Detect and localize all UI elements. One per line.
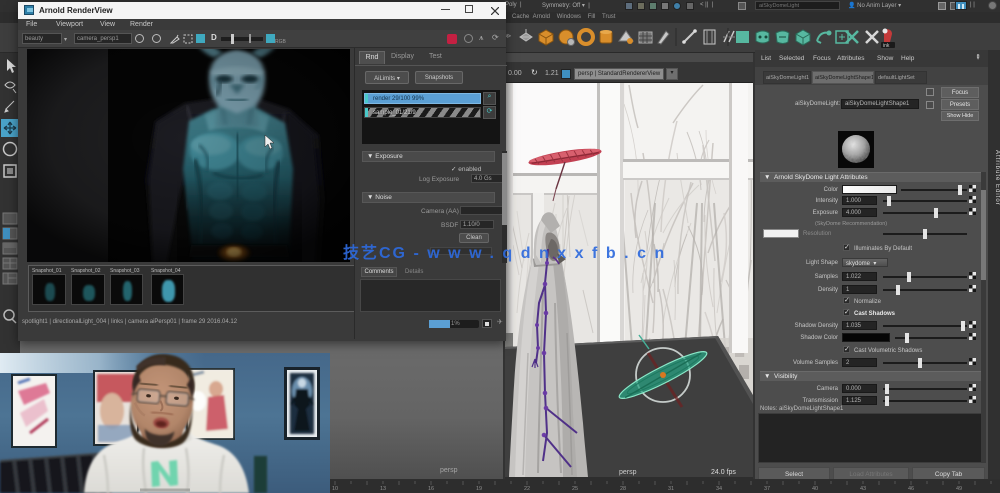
svg-text:43: 43 [860,486,866,492]
svg-text:16: 16 [428,486,434,492]
svg-text:37: 37 [764,486,770,492]
svg-text:28: 28 [620,486,626,492]
svg-text:10: 10 [332,486,338,492]
svg-text:persp: persp [619,469,637,476]
svg-text:34: 34 [716,486,722,492]
svg-text:13: 13 [380,486,386,492]
svg-text:46: 46 [908,486,914,492]
svg-text:25: 25 [572,486,578,492]
svg-text:ink: ink [883,43,890,49]
svg-text:31: 31 [668,486,674,492]
svg-text:40: 40 [812,486,818,492]
svg-text:22: 22 [524,486,530,492]
svg-text:49: 49 [956,486,962,492]
svg-text:24.0 fps: 24.0 fps [711,469,736,476]
svg-text:19: 19 [476,486,482,492]
